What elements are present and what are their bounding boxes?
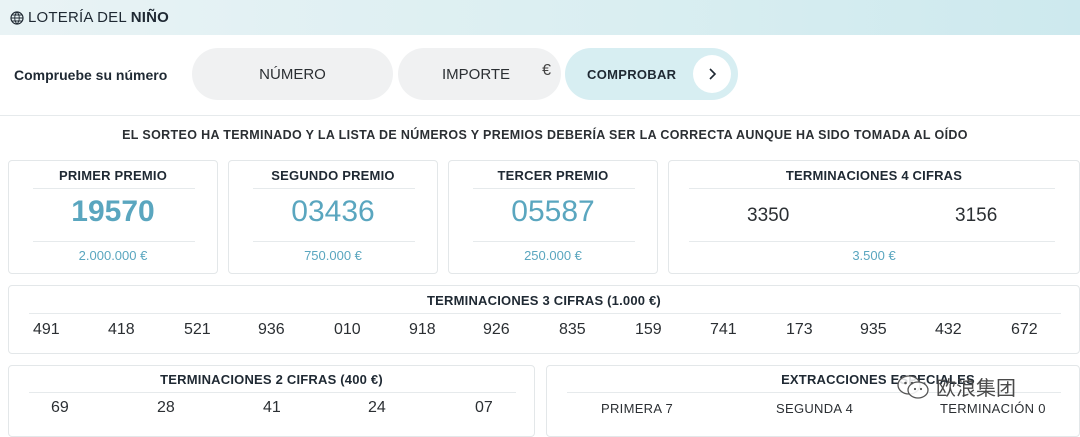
- term2-title: TERMINACIONES 2 CIFRAS (400 €): [160, 372, 383, 387]
- term3-number: 672: [1011, 321, 1038, 338]
- term3-title: TERMINACIONES 3 CIFRAS (1.000 €): [427, 293, 661, 308]
- divider: [253, 188, 415, 189]
- site-logo[interactable]: LOTERÍA DEL NIÑO: [28, 9, 169, 26]
- term4-amount: 3.500 €: [852, 248, 896, 263]
- divider: [0, 115, 1080, 116]
- prize-title: SEGUNDO PREMIO: [271, 168, 395, 183]
- term2-card: TERMINACIONES 2 CIFRAS (400 €) 69 28 41 …: [8, 365, 535, 437]
- term3-number: 432: [935, 321, 962, 338]
- comprobar-label: COMPROBAR: [587, 66, 677, 82]
- prize-title: TERCER PREMIO: [497, 168, 609, 183]
- divider: [33, 188, 195, 189]
- term3-number: 521: [184, 321, 211, 338]
- term3-number: 918: [409, 321, 436, 338]
- divider: [253, 241, 415, 242]
- divider: [689, 188, 1055, 189]
- number-checker: Compruebe su número NÚMERO IMPORTE € COM…: [0, 44, 1080, 106]
- euro-symbol: €: [542, 62, 551, 79]
- extraccion-item: PRIMERA 7: [601, 401, 674, 416]
- term4-card: TERMINACIONES 4 CIFRAS 3350 3156 3.500 €: [668, 160, 1080, 274]
- divider: [689, 241, 1055, 242]
- top-bar: LOTERÍA DEL NIÑO: [0, 0, 1080, 35]
- term2-number: 28: [157, 399, 175, 416]
- divider: [29, 313, 1061, 314]
- prize-number: 03436: [291, 195, 375, 228]
- term4-title: TERMINACIONES 4 CIFRAS: [785, 168, 963, 183]
- prize-amount: 250.000 €: [524, 248, 582, 263]
- term3-number: 835: [559, 321, 586, 338]
- draw-notice: EL SORTEO HA TERMINADO Y LA LISTA DE NÚM…: [122, 128, 968, 142]
- term3-card: TERMINACIONES 3 CIFRAS (1.000 €) 491 418…: [8, 285, 1080, 354]
- chevron-right-icon[interactable]: [693, 55, 731, 93]
- term3-number: 173: [786, 321, 813, 338]
- importe-placeholder: IMPORTE: [442, 65, 511, 83]
- term3-number: 159: [635, 321, 662, 338]
- globe-icon: [10, 10, 24, 25]
- prize-number: 19570: [71, 195, 155, 228]
- checker-label: Compruebe su número: [14, 67, 168, 83]
- divider: [473, 241, 635, 242]
- divider: [473, 188, 635, 189]
- prize-number: 05587: [511, 195, 595, 228]
- divider: [29, 392, 516, 393]
- extraccion-item: TERMINACIÓN 0: [940, 401, 1046, 416]
- term2-number: 07: [475, 399, 493, 416]
- prize-amount: 750.000 €: [304, 248, 362, 263]
- term2-number: 69: [51, 399, 69, 416]
- importe-input[interactable]: IMPORTE €: [398, 48, 561, 100]
- term3-number: 010: [334, 321, 361, 338]
- wechat-icon: [897, 374, 929, 399]
- term2-number: 24: [368, 399, 386, 416]
- divider: [33, 241, 195, 242]
- term3-number: 936: [258, 321, 285, 338]
- prize-title: PRIMER PREMIO: [58, 168, 168, 183]
- segundo-premio-card: SEGUNDO PREMIO 03436 750.000 €: [228, 160, 438, 274]
- term4-number: 3350: [747, 205, 790, 226]
- term3-number: 935: [860, 321, 887, 338]
- term4-number: 3156: [955, 205, 998, 226]
- term3-number: 926: [483, 321, 510, 338]
- term3-number: 741: [710, 321, 737, 338]
- watermark: 欧浪集团: [896, 372, 1016, 401]
- numero-input[interactable]: NÚMERO: [192, 48, 393, 100]
- extraccion-item: SEGUNDA 4: [776, 401, 854, 416]
- numero-placeholder: NÚMERO: [259, 65, 326, 83]
- comprobar-button[interactable]: COMPROBAR: [565, 48, 738, 100]
- term2-number: 41: [263, 399, 281, 416]
- tercer-premio-card: TERCER PREMIO 05587 250.000 €: [448, 160, 658, 274]
- prize-amount: 2.000.000 €: [78, 248, 148, 263]
- term3-number: 418: [108, 321, 135, 338]
- term3-number: 491: [33, 321, 60, 338]
- watermark-text: 欧浪集团: [936, 378, 1016, 400]
- primer-premio-card: PRIMER PREMIO 19570 2.000.000 €: [8, 160, 218, 274]
- brand-prefix: LOTERÍA DEL: [28, 9, 131, 26]
- brand-bold: NIÑO: [130, 9, 170, 26]
